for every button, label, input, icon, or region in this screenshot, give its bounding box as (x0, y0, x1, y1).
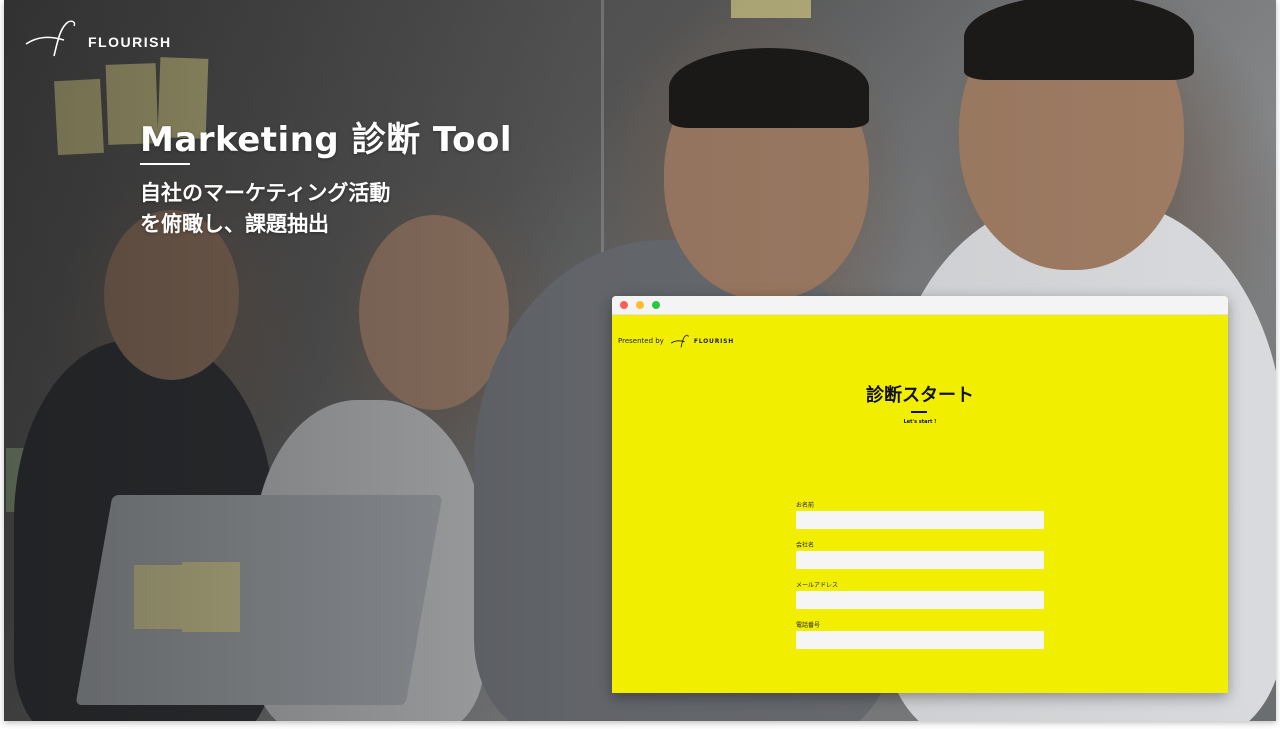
name-label: お名前 (796, 502, 815, 509)
diagnosis-form: お名前 会社名 メールアドレス 電話番号 (796, 500, 1044, 660)
subtitle-line-2: を俯瞰し、課題抽出 (140, 212, 329, 236)
phone-input[interactable] (796, 631, 1044, 649)
name-input[interactable] (796, 511, 1044, 529)
email-label: メールアドレス (796, 582, 839, 589)
window-zoom-button[interactable] (652, 301, 660, 309)
mini-brand-name: FLOURISH (693, 337, 735, 345)
presented-by: Presented by FLOURISH (618, 334, 734, 348)
flourish-f-icon (25, 20, 76, 57)
company-input[interactable] (796, 551, 1044, 569)
subtitle-line-1: 自社のマーケティング活動 (140, 181, 391, 205)
page-title: Marketing 診断 Tool (140, 120, 512, 160)
field-company: 会社名 (796, 540, 1044, 569)
window-titlebar (612, 296, 1228, 315)
field-phone: 電話番号 (796, 620, 1044, 649)
field-email: メールアドレス (796, 580, 1044, 609)
title-divider (140, 163, 190, 165)
browser-window-mockup: Presented by FLOURISH 診断スタート Let's start… (612, 296, 1228, 693)
form-subtitle: Let's start ! (903, 419, 937, 425)
form-title-divider (911, 411, 927, 413)
brand-name: FLOURISH (88, 34, 172, 50)
email-input[interactable] (796, 591, 1044, 609)
page-subtitle: 自社のマーケティング活動 を俯瞰し、課題抽出 (140, 178, 390, 240)
mini-brand-logo: FLOURISH (670, 334, 734, 348)
window-minimize-button[interactable] (636, 301, 644, 309)
window-close-button[interactable] (620, 301, 628, 309)
flourish-f-icon (670, 334, 689, 348)
company-label: 会社名 (796, 542, 815, 549)
form-title: 診断スタート (866, 385, 974, 406)
presented-by-label: Presented by (618, 337, 664, 345)
phone-label: 電話番号 (796, 622, 821, 629)
field-name: お名前 (796, 500, 1044, 529)
brand-logo[interactable]: FLOURISH (24, 18, 172, 58)
